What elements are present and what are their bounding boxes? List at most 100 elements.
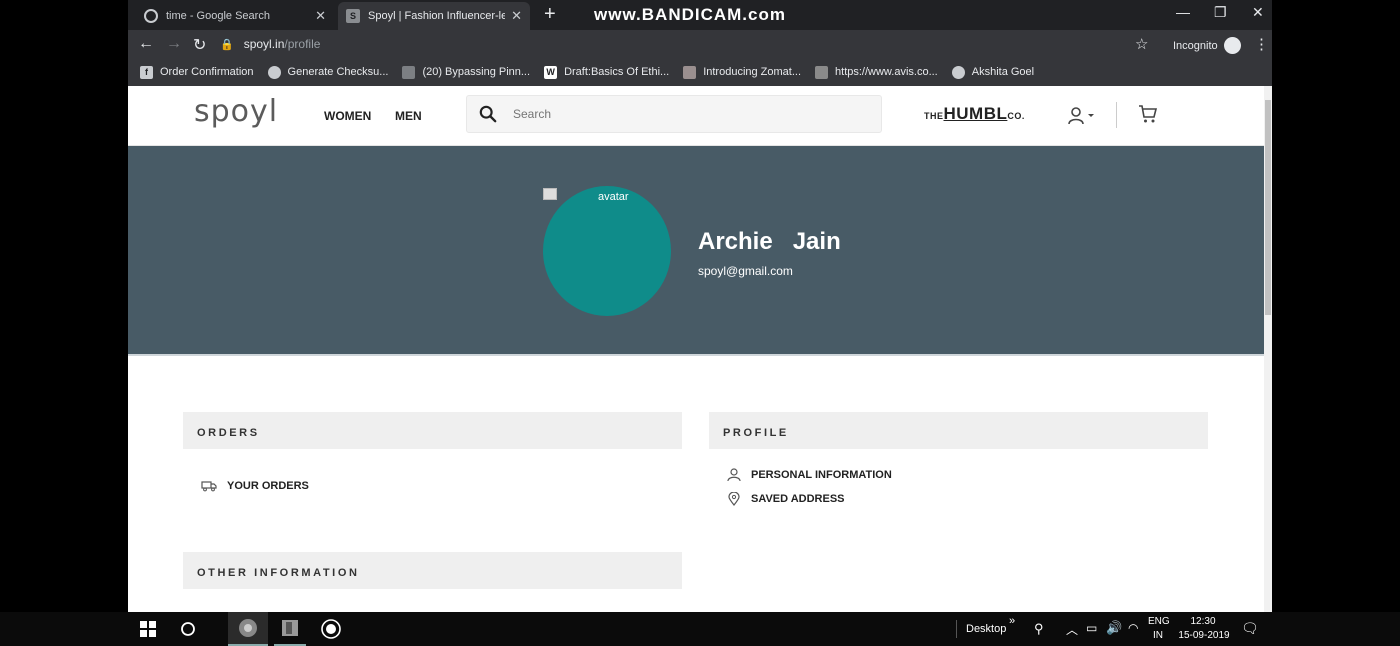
url-host: spoyl.in (243, 37, 285, 51)
orders-heading: ORDERS (183, 412, 682, 449)
toolbar-expand-icon[interactable]: » (1009, 615, 1015, 627)
close-tab-icon[interactable]: ✕ (511, 8, 522, 24)
reload-icon[interactable]: ↻ (193, 35, 206, 55)
people-icon[interactable]: ⚲ (1034, 621, 1044, 637)
bookmark-draft-basics[interactable]: W Draft:Basics Of Ethi... (544, 65, 670, 79)
tab-title: Spoyl | Fashion Influencer-led Or (368, 10, 506, 22)
bookmark-star-icon[interactable]: ☆ (1135, 35, 1148, 53)
url-path: /profile (284, 37, 321, 51)
scrollbar-thumb[interactable] (1265, 100, 1271, 315)
recording-watermark: www.BANDICAM.com (594, 5, 786, 24)
personal-information-link[interactable]: PERSONAL INFORMATION (727, 468, 1208, 482)
incognito-label: Incognito (1173, 39, 1218, 52)
close-window-icon[interactable]: ✕ (1252, 4, 1264, 21)
saved-address-label: SAVED ADDRESS (751, 493, 845, 505)
app-taskbar-icon[interactable] (274, 612, 306, 646)
bookmark-label: Generate Checksu... (287, 66, 389, 78)
wikipedia-icon: W (544, 65, 558, 79)
location-pin-icon (728, 492, 740, 506)
wifi-icon[interactable]: ◠ (1128, 621, 1138, 635)
search-icon (479, 105, 497, 123)
your-orders-link[interactable]: YOUR ORDERS (201, 480, 682, 492)
menu-kebab-icon[interactable]: ⋮ (1254, 35, 1269, 53)
screen: time - Google Search ✕ S Spoyl | Fashion… (0, 0, 1400, 646)
desktop-toolbar-label[interactable]: Desktop (966, 623, 1006, 635)
incognito-indicator[interactable]: Incognito (1173, 37, 1241, 54)
bookmark-label: (20) Bypassing Pinn... (422, 66, 531, 78)
new-tab-icon[interactable]: + (544, 4, 556, 24)
restore-icon[interactable]: ❐ (1214, 4, 1227, 21)
url-field[interactable]: 🔒 spoyl.in/profile (220, 34, 1150, 54)
recorder-taskbar-icon[interactable] (316, 612, 346, 646)
youtube-icon (402, 65, 416, 79)
facebook-icon: f (140, 65, 153, 79)
language-bottom[interactable]: IN (1153, 630, 1163, 641)
spoyl-logo[interactable]: spoyl (194, 94, 278, 129)
bookmarks-bar: f Order Confirmation Generate Checksu... … (128, 58, 1272, 86)
language-top[interactable]: ENG (1148, 616, 1170, 627)
globe-icon (951, 65, 965, 79)
user-email: spoyl@gmail.com (698, 264, 793, 278)
search-bar[interactable] (466, 95, 882, 133)
notifications-icon[interactable]: 🗨 (1241, 620, 1259, 637)
battery-icon[interactable]: ▭ (1086, 621, 1097, 635)
cart-icon[interactable] (1138, 104, 1158, 124)
chrome-taskbar-icon[interactable] (228, 612, 268, 646)
other-information-heading: OTHER INFORMATION (183, 552, 682, 589)
bookmark-akshita-goel[interactable]: Akshita Goel (951, 65, 1034, 79)
site-header: spoyl WOMEN MEN THEHUMBLCO. (128, 86, 1264, 146)
tab-strip: time - Google Search ✕ S Spoyl | Fashion… (128, 0, 1272, 30)
browser-window: time - Google Search ✕ S Spoyl | Fashion… (128, 0, 1272, 612)
back-arrow-icon[interactable]: ← (138, 35, 154, 53)
clock-date[interactable]: 15-09-2019 (1176, 630, 1232, 641)
your-orders-label: YOUR ORDERS (227, 480, 309, 492)
image-icon (683, 65, 697, 79)
minimize-icon[interactable]: — (1176, 4, 1190, 20)
broken-image-icon (543, 188, 557, 200)
humbl-logo-suffix: CO. (1007, 111, 1025, 121)
avatar-alt-text: avatar (598, 191, 629, 203)
humbl-logo-prefix: THE (924, 111, 944, 121)
search-input[interactable] (513, 107, 853, 121)
globe-icon (267, 65, 281, 79)
bookmark-label: Draft:Basics Of Ethi... (564, 66, 670, 78)
bookmark-avis[interactable]: https://www.avis.co... (815, 65, 938, 79)
orders-panel: ORDERS YOUR ORDERS (183, 412, 682, 532)
bookmark-order-confirmation[interactable]: f Order Confirmation (140, 65, 254, 79)
other-information-panel: OTHER INFORMATION (183, 552, 682, 612)
bookmark-label: https://www.avis.co... (835, 66, 938, 78)
nav-men[interactable]: MEN (395, 109, 422, 123)
avatar-container: avatar (543, 186, 671, 316)
nav-women[interactable]: WOMEN (324, 109, 371, 123)
bookmark-label: Introducing Zomat... (703, 66, 802, 78)
spoyl-favicon-icon: S (346, 9, 360, 23)
profile-heading: PROFILE (709, 412, 1208, 449)
lock-icon: 🔒 (220, 38, 234, 51)
user-name: Archie Jain (698, 228, 841, 255)
user-account-icon[interactable] (1068, 106, 1098, 126)
avatar (543, 186, 671, 316)
taskbar-divider (956, 620, 957, 638)
google-favicon-icon (144, 9, 158, 23)
clock-time[interactable]: 12:30 (1188, 616, 1218, 627)
tab-spoyl[interactable]: S Spoyl | Fashion Influencer-led Or ✕ (338, 2, 530, 30)
humbl-co-logo[interactable]: THEHUMBLCO. (924, 104, 1025, 124)
bookmark-introducing-zomato[interactable]: Introducing Zomat... (683, 65, 802, 79)
windows-taskbar: Desktop » ⚲ ︿ ▭ 🔊 ◠ ENG IN 12:30 15-09-2… (0, 612, 1400, 646)
tab-title: time - Google Search (166, 10, 270, 22)
close-tab-icon[interactable]: ✕ (315, 8, 326, 24)
volume-icon[interactable]: 🔊 (1106, 620, 1122, 636)
saved-address-link[interactable]: SAVED ADDRESS (727, 492, 1208, 506)
forward-arrow-icon[interactable]: → (166, 35, 182, 53)
page-scrollbar[interactable] (1264, 86, 1272, 612)
windows-start-icon[interactable] (134, 612, 162, 646)
cortana-search-icon[interactable] (176, 612, 200, 646)
image-icon (815, 65, 829, 79)
bookmark-bypassing[interactable]: (20) Bypassing Pinn... (402, 65, 531, 79)
person-icon (727, 468, 741, 482)
page-viewport: spoyl WOMEN MEN THEHUMBLCO. avatar A (128, 86, 1264, 612)
tab-google-search[interactable]: time - Google Search ✕ (136, 2, 334, 30)
delivery-truck-icon (201, 481, 217, 492)
bookmark-generate-checksum[interactable]: Generate Checksu... (267, 65, 389, 79)
show-hidden-icons-chevron-icon[interactable]: ︿ (1066, 621, 1078, 638)
